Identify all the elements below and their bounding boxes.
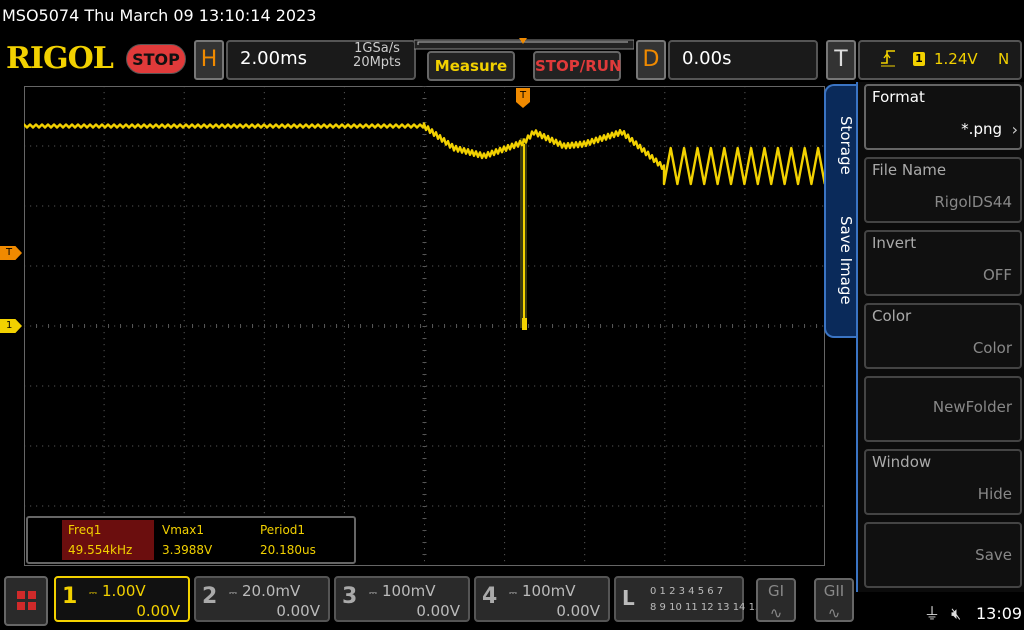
digital-channels-row1: 0 1 2 3 4 5 6 7 <box>650 586 724 597</box>
chevron-right-icon: › <box>1011 120 1018 139</box>
measurement-panel[interactable]: Freq1 49.554kHz Vmax1 3.3988V Period1 20… <box>26 516 356 564</box>
measurement-value: 3.3988V <box>162 543 213 557</box>
sine-wave-icon: ∿ <box>827 604 841 622</box>
menu-side-tab[interactable]: Storage Save Image <box>824 84 858 338</box>
trigger-level-value: 1.24V <box>934 50 978 68</box>
channel2-panel[interactable]: 2 ⎓ 20.0mV 0.00V <box>194 576 330 622</box>
generator-label: GII <box>823 582 845 600</box>
horizontal-key[interactable]: H <box>194 40 224 80</box>
status-icons: ⏚ 🔇︎ <box>924 600 974 626</box>
menu-item-label: Invert <box>872 234 917 252</box>
tab-storage[interactable]: Storage <box>831 116 855 175</box>
menu-item-label: File Name <box>872 161 947 179</box>
title-bar: MSO5074 Thu March 09 13:10:14 2023 <box>2 6 317 25</box>
measurement-value: 20.180us <box>260 543 316 557</box>
menu-item-label: Window <box>872 453 932 471</box>
generator2-button[interactable]: GII ∿ <box>814 578 854 622</box>
horizontal-sample-info: 1GSa/s 20Mpts <box>342 42 412 70</box>
horizontal-scale: 2.00ms <box>240 48 307 69</box>
digital-channels-row2: 8 9 10 11 12 13 14 15 <box>650 602 762 613</box>
measurement-value: 49.554kHz <box>62 540 154 560</box>
channel-scale: 1.00V <box>102 582 146 600</box>
storage-menu: Format *.png › File Name RigolDS44 Inver… <box>856 82 1024 592</box>
speaker-muted-icon: 🔇︎ <box>951 604 962 623</box>
tab-save-image[interactable]: Save Image <box>831 216 855 305</box>
menu-item-save[interactable]: Save <box>864 522 1022 588</box>
rising-edge-icon <box>881 50 895 67</box>
channel-number: 4 <box>482 584 498 609</box>
measure-button[interactable]: Measure <box>427 51 515 81</box>
channel4-panel[interactable]: 4 ⎓ 100mV 0.00V <box>474 576 610 622</box>
trace-stub <box>522 318 527 330</box>
trigger-key[interactable]: T <box>826 40 856 80</box>
channel1-trace <box>24 122 825 186</box>
usb-icon: ⏚ <box>924 604 941 623</box>
trigger-mode: N <box>998 50 1010 68</box>
menu-item-value: RigolDS44 <box>934 193 1012 211</box>
measurement-freq[interactable]: Freq1 49.554kHz <box>62 520 154 562</box>
channel-number: 3 <box>342 584 358 609</box>
dc-coupling-icon: ⎓ <box>89 588 97 599</box>
menu-item-value: Save <box>975 546 1012 564</box>
delay-key[interactable]: D <box>636 40 666 80</box>
channel-offset: 0.00V <box>416 602 460 620</box>
measurement-label: Period1 <box>260 523 306 537</box>
sine-wave-icon: ∿ <box>769 604 783 622</box>
memory-position-bar <box>414 38 634 50</box>
menu-item-color[interactable]: Color Color <box>864 303 1022 369</box>
channel-scale: 100mV <box>382 582 436 600</box>
menu-item-value: Color <box>972 339 1012 357</box>
menu-item-label: Color <box>872 307 912 325</box>
menu-item-value: NewFolder <box>932 398 1012 416</box>
generator-label: GI <box>767 582 785 600</box>
trigger-level-marker[interactable]: T <box>0 246 22 260</box>
dc-coupling-icon: ⎓ <box>509 588 517 599</box>
channel-offset: 0.00V <box>276 602 320 620</box>
menu-item-invert[interactable]: Invert OFF <box>864 230 1022 296</box>
channel3-panel[interactable]: 3 ⎓ 100mV 0.00V <box>334 576 470 622</box>
measurement-label: Vmax1 <box>162 523 204 537</box>
trigger-source-badge: 1 <box>913 52 925 66</box>
dc-coupling-icon: ⎓ <box>229 588 237 599</box>
home-button[interactable] <box>4 576 48 626</box>
delay-value: 0.00s <box>682 48 732 69</box>
menu-item-window[interactable]: Window Hide <box>864 449 1022 515</box>
graticule <box>24 86 825 566</box>
menu-item-value: OFF <box>982 266 1012 284</box>
run-state-badge[interactable]: STOP <box>126 44 186 74</box>
channel-number: 2 <box>202 584 218 609</box>
stop-run-button[interactable]: STOP/RUN <box>533 51 622 81</box>
menu-item-new-folder[interactable]: NewFolder <box>864 376 1022 442</box>
measurement-vmax[interactable]: Vmax1 3.3988V <box>156 520 248 562</box>
channel-scale: 20.0mV <box>242 582 301 600</box>
status-clock: 13:09 <box>976 604 1023 623</box>
dc-coupling-icon: ⎓ <box>369 588 377 599</box>
channel1-panel[interactable]: 1 ⎓ 1.00V 0.00V <box>54 576 190 622</box>
logic-analyzer-panel[interactable]: L 0 1 2 3 4 5 6 7 8 9 10 11 12 13 14 15 <box>614 576 761 622</box>
waveform-display[interactable] <box>24 86 825 566</box>
grid-icon <box>17 591 25 599</box>
generator1-button[interactable]: GI ∿ <box>756 578 796 622</box>
menu-item-value: *.png <box>961 120 1002 138</box>
logic-analyzer-key: L <box>622 586 635 610</box>
channel-scale: 100mV <box>522 582 576 600</box>
menu-item-format[interactable]: Format *.png › <box>864 84 1022 150</box>
menu-item-label: Format <box>872 88 925 106</box>
channel-offset: 0.00V <box>136 602 180 620</box>
memory-depth: 20Mpts <box>353 55 401 70</box>
channel-number: 1 <box>62 584 78 609</box>
menu-item-value: Hide <box>977 485 1012 503</box>
channel1-offset-marker[interactable]: 1 <box>0 319 22 333</box>
measurement-period[interactable]: Period1 20.180us <box>254 520 346 562</box>
channel-offset: 0.00V <box>556 602 600 620</box>
menu-item-file-name[interactable]: File Name RigolDS44 <box>864 157 1022 223</box>
sample-rate: 1GSa/s <box>354 41 400 56</box>
measurement-label: Freq1 <box>62 520 154 540</box>
rigol-logo: RIGOL <box>6 41 114 76</box>
